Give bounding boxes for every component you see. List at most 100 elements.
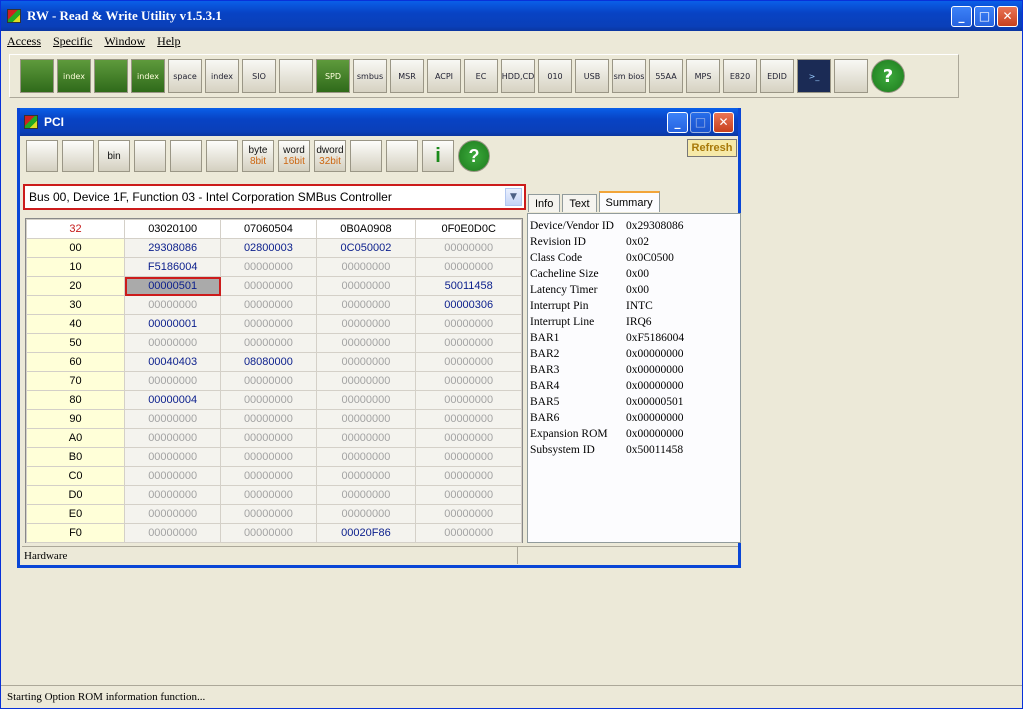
register-cell[interactable]: 00000000 [123,485,222,505]
register-cell[interactable]: 00000000 [315,314,417,334]
register-cell[interactable]: 00000000 [220,504,317,524]
sio-button[interactable]: SIO [242,59,276,93]
word-16bit-button[interactable]: word 16bit [278,140,310,172]
dword-32bit-button[interactable]: dword 32bit [314,140,346,172]
register-cell[interactable]: 00000000 [315,371,417,391]
register-cell[interactable]: 00000000 [123,409,222,429]
55aa-button[interactable]: 55AA [649,59,683,93]
register-cell[interactable]: 00000000 [315,466,417,486]
save-all-icon[interactable] [62,140,94,172]
register-cell[interactable]: 00000000 [123,295,222,315]
register-cell[interactable]: 00000000 [220,428,317,448]
acpi-button[interactable]: ACPI [427,59,461,93]
close-button[interactable]: ✕ [997,5,1018,27]
register-cell[interactable]: 00000000 [315,333,417,353]
menu-specific[interactable]: Specific [53,34,92,49]
ec-button[interactable]: EC [464,59,498,93]
disk-010-button[interactable]: 010 [538,59,572,93]
load-icon[interactable] [134,140,166,172]
register-cell[interactable]: 00000000 [315,276,417,296]
register-cell[interactable]: 00000000 [415,333,522,353]
register-cell[interactable]: 29308086 [123,238,222,258]
msr-button[interactable]: MSR [390,59,424,93]
register-cell[interactable]: 00000000 [220,523,317,543]
register-cell[interactable]: 00000000 [220,276,317,296]
register-cell[interactable]: 00000000 [220,390,317,410]
refresh-button[interactable]: Refresh [687,139,737,157]
register-cell[interactable]: 00000000 [415,371,522,391]
register-cell[interactable]: 00000000 [220,314,317,334]
register-cell[interactable]: 00000000 [123,428,222,448]
mps-button[interactable]: MPS [686,59,720,93]
tab-summary[interactable]: Summary [598,191,660,212]
register-cell[interactable]: 00000000 [415,485,522,505]
smbios-button[interactable]: sm bios [612,59,646,93]
chevron-down-icon[interactable]: ▼ [505,188,522,206]
register-cell[interactable]: 00000000 [315,504,417,524]
index-memory-button[interactable]: index [131,59,165,93]
register-cell[interactable]: 0C050002 [315,238,417,258]
register-cell[interactable]: 00000000 [315,428,417,448]
register-cell[interactable]: 00000000 [123,333,222,353]
help-icon[interactable]: ? [458,140,490,172]
register-cell[interactable]: 50011458 [415,276,522,296]
register-cell[interactable]: 00000000 [415,257,522,277]
gear-icon[interactable] [386,140,418,172]
register-cell[interactable]: 00000000 [315,295,417,315]
info-icon[interactable]: i [422,140,454,172]
index-button[interactable]: index [57,59,91,93]
menu-window[interactable]: Window [104,34,145,49]
register-cell[interactable]: 00000501 [123,276,222,296]
register-cell[interactable]: 00000000 [415,523,522,543]
command-button[interactable]: >_ [797,59,831,93]
device-select[interactable]: Bus 00, Device 1F, Function 03 - Intel C… [23,184,526,210]
pci-button[interactable] [20,59,54,93]
minimize-button[interactable]: _ [951,5,972,27]
smbus-button[interactable]: smbus [353,59,387,93]
register-cell[interactable]: 08080000 [220,352,317,372]
pci-maximize-button[interactable]: □ [690,111,711,133]
register-cell[interactable]: 00000000 [315,390,417,410]
register-cell[interactable]: 00000000 [220,447,317,467]
maximize-button[interactable]: □ [974,5,995,27]
register-cell[interactable]: 02800003 [220,238,317,258]
register-cell[interactable]: 00000000 [123,504,222,524]
register-cell[interactable]: 00000000 [415,504,522,524]
spd-button[interactable]: SPD [316,59,350,93]
register-cell[interactable]: 00000000 [123,466,222,486]
register-cell[interactable]: 00000000 [415,314,522,334]
register-cell[interactable]: 00000000 [415,390,522,410]
register-cell[interactable]: 00000001 [123,314,222,334]
table-icon[interactable] [206,140,238,172]
memory-button[interactable] [94,59,128,93]
menu-access[interactable]: Access [7,34,41,49]
register-cell[interactable]: 00000000 [220,466,317,486]
bin-icon[interactable]: bin [98,140,130,172]
register-cell[interactable]: F5186004 [123,257,222,277]
register-cell[interactable]: 00000000 [415,447,522,467]
menu-help[interactable]: Help [157,34,180,49]
tab-text[interactable]: Text [562,194,597,212]
register-cell[interactable]: 00000000 [123,523,222,543]
usb-button[interactable]: USB [575,59,609,93]
register-cell[interactable]: 00020F86 [315,523,417,543]
register-cell[interactable]: 00000000 [220,371,317,391]
register-cell[interactable]: 00000004 [123,390,222,410]
pci-close-button[interactable]: ✕ [713,111,734,133]
register-cell[interactable]: 00040403 [123,352,222,372]
waveform-button[interactable] [279,59,313,93]
register-cell[interactable]: 00000000 [415,428,522,448]
io-index-button[interactable]: index [205,59,239,93]
register-cell[interactable]: 00000000 [220,257,317,277]
register-cell[interactable]: 00000000 [220,295,317,315]
save-icon[interactable] [26,140,58,172]
e820-button[interactable]: E820 [723,59,757,93]
register-cell[interactable]: 00000000 [415,466,522,486]
byte-8bit-button[interactable]: byte 8bit [242,140,274,172]
register-cell[interactable]: 00000000 [315,409,417,429]
config-button[interactable] [834,59,868,93]
register-cell[interactable]: 00000000 [315,485,417,505]
register-cell[interactable]: 00000000 [315,352,417,372]
hdd-cd-button[interactable]: HDD,CD [501,59,535,93]
register-cell[interactable]: 00000000 [415,238,522,258]
